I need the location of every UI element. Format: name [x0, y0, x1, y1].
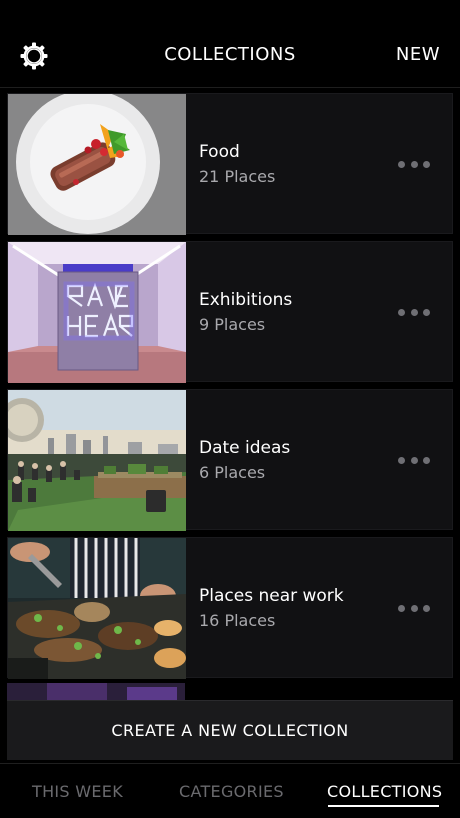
create-collection-button[interactable]: CREATE A NEW COLLECTION [7, 700, 453, 760]
food-plate-image [8, 94, 186, 235]
neon-exhibition-image [8, 242, 186, 383]
collection-count: 21 Places [199, 167, 276, 186]
collection-count: 9 Places [199, 315, 266, 334]
tab-collections[interactable]: COLLECTIONS [327, 782, 442, 801]
tab-categories[interactable]: CATEGORIES [179, 782, 284, 801]
collection-count: 6 Places [199, 463, 266, 482]
collection-title: Date ideas [199, 438, 291, 458]
collection-title: Places near work [199, 586, 344, 606]
active-tab-indicator [328, 805, 439, 807]
collection-title: Food [199, 142, 240, 162]
collection-count: 16 Places [199, 611, 276, 630]
top-bar: COLLECTIONS NEW [0, 0, 460, 88]
bottom-tab-bar: THIS WEEK CATEGORIES COLLECTIONS [0, 763, 460, 818]
collection-title: Exhibitions [199, 290, 293, 310]
collection-card[interactable]: Places near work 16 Places [7, 537, 453, 679]
more-dots-icon[interactable] [398, 600, 430, 616]
tab-this-week[interactable]: THIS WEEK [32, 782, 123, 801]
more-dots-icon[interactable] [398, 304, 430, 320]
more-dots-icon[interactable] [398, 156, 430, 172]
page-title: COLLECTIONS [164, 44, 296, 65]
collection-card[interactable]: Food 21 Places [7, 93, 453, 235]
rooftop-terrace-image [8, 390, 186, 531]
new-collection-button[interactable]: NEW [396, 44, 440, 65]
collection-card[interactable]: Date ideas 6 Places [7, 389, 453, 531]
more-dots-icon[interactable] [398, 452, 430, 468]
collection-card[interactable]: Exhibitions 9 Places [7, 241, 453, 383]
street-food-image [8, 538, 186, 679]
